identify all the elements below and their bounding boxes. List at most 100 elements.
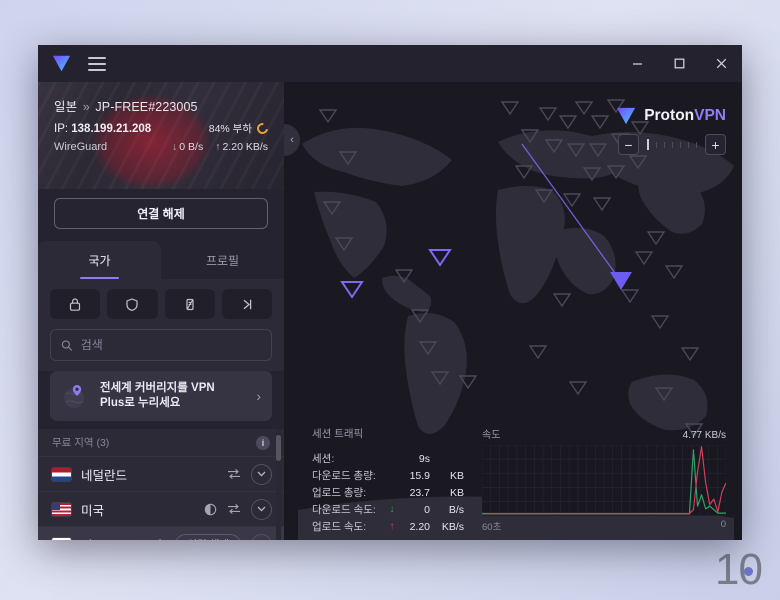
netshield-filter[interactable] xyxy=(107,289,158,319)
app-body: 일본 » JP-FREE#223005 IP: 138.199.21.208 8… xyxy=(38,82,742,540)
search-area xyxy=(38,327,284,371)
connection-banner: 일본 » JP-FREE#223005 IP: 138.199.21.208 8… xyxy=(38,82,284,189)
hamburger-menu-icon[interactable] xyxy=(88,56,106,71)
minimize-button[interactable] xyxy=(616,45,658,82)
tor-filter[interactable] xyxy=(221,289,272,319)
session-traffic-title: 세션 트래픽 xyxy=(312,428,364,440)
download-arrow-icon: ↓ xyxy=(389,504,395,515)
row-icons: 연결 해제 xyxy=(151,533,272,540)
zoom-tick[interactable] xyxy=(656,141,657,148)
close-button[interactable] xyxy=(700,45,742,82)
connection-country: 일본 xyxy=(54,100,78,114)
disconnect-button[interactable]: 연결 해제 xyxy=(54,198,268,229)
expand-chevron-icon[interactable] xyxy=(251,463,272,485)
flag-usa-icon xyxy=(52,502,71,516)
zoom-tick[interactable] xyxy=(672,141,673,148)
watermark-one: 1 xyxy=(715,545,740,594)
map-zoom-controls: − + xyxy=(618,134,726,155)
vpn-plus-promo-banner[interactable]: 전세계 커버리지를 VPN Plus로 누리세요 › xyxy=(50,371,272,422)
search-box[interactable] xyxy=(50,329,272,361)
zoom-in-button[interactable]: + xyxy=(705,134,726,155)
stat-label: 다운로드 총량: xyxy=(312,470,376,482)
row-icons xyxy=(227,463,272,485)
stat-label: 세션: xyxy=(312,453,335,465)
stat-unit: KB xyxy=(449,486,464,499)
stat-unit: KB/s xyxy=(441,520,464,533)
zoom-tick[interactable] xyxy=(688,141,689,148)
download-arrow-icon: ↓ xyxy=(172,141,178,153)
tab-countries[interactable]: 국가 xyxy=(38,241,161,279)
expand-chevron-icon[interactable] xyxy=(251,498,272,520)
stat-row-download-speed: 다운로드 속도: ↓ 0 B/s xyxy=(312,501,464,518)
section-label: 무료 지역 (3) xyxy=(52,437,110,450)
row-icons xyxy=(204,498,272,520)
speed-chart-plot xyxy=(481,444,727,516)
speed-chart-title: 속도 xyxy=(482,430,501,441)
world-map[interactable]: ‹ ProtonVPN − + 세션 트래픽 세션: 9s 다운로드 총량: 1… xyxy=(284,82,742,540)
country-list: 무료 지역 (3) i 네덜란드 미국 xyxy=(38,429,284,540)
speed-chart-axis: 60초 0 xyxy=(482,519,726,533)
server-load-text: 84% 부하 xyxy=(208,123,252,135)
promo-text: 전세계 커버리지를 VPN Plus로 누리세요 xyxy=(100,381,246,411)
stat-value: 0 xyxy=(424,503,430,516)
zoom-slider[interactable] xyxy=(643,139,701,150)
windows-watermark: 10 xyxy=(715,545,764,594)
sidebar-scrollbar-thumb[interactable] xyxy=(276,435,281,462)
stat-row-upload-volume: 업로드 총량: 23.7 KB xyxy=(312,484,464,501)
list-section-header: 무료 지역 (3) i xyxy=(38,429,284,458)
chevron-right-icon: › xyxy=(256,388,261,405)
p2p-filter[interactable] xyxy=(164,289,215,319)
stat-value: 2.20 xyxy=(409,520,430,533)
search-icon xyxy=(61,339,73,351)
row-disconnect-button[interactable]: 연결 해제 xyxy=(175,533,241,540)
smart-routing-icon[interactable] xyxy=(151,538,165,540)
session-traffic-panel: 세션 트래픽 세션: 9s 다운로드 총량: 15.9 KB 업로드 총량: 2… xyxy=(284,412,742,540)
promo-line-2: Plus로 누리세요 xyxy=(100,397,181,410)
connection-protocol: WireGuard xyxy=(54,141,108,153)
stat-unit: KB xyxy=(449,469,464,482)
zoom-tick-active[interactable] xyxy=(647,139,649,150)
connection-server: JP-FREE#223005 xyxy=(95,100,198,114)
maximize-button[interactable] xyxy=(658,45,700,82)
proton-brand-icon xyxy=(617,107,636,125)
info-icon[interactable]: i xyxy=(256,435,270,450)
list-item[interactable]: 네덜란드 xyxy=(38,457,284,493)
list-item[interactable]: 미국 xyxy=(38,492,284,528)
connection-server-title: 일본 » JP-FREE#223005 xyxy=(54,96,268,115)
brand-vpn: VPN xyxy=(694,107,726,124)
session-stats: 세션 트래픽 세션: 9s 다운로드 총량: 15.9 KB 업로드 총량: 2… xyxy=(312,426,464,533)
expand-chevron-icon[interactable] xyxy=(251,533,272,540)
tor-available-icon[interactable] xyxy=(204,503,217,516)
zoom-out-button[interactable]: − xyxy=(618,134,639,155)
stat-row-upload-speed: 업로드 속도: ↑ 2.20 KB/s xyxy=(312,518,464,535)
brand-name: ProtonVPN xyxy=(644,107,726,125)
x-axis-right-label: 0 xyxy=(720,518,726,530)
stat-label: 업로드 총량: xyxy=(312,487,367,499)
filter-bar xyxy=(38,279,284,327)
stat-value: 23.7 xyxy=(409,486,430,499)
brand-logo: ProtonVPN xyxy=(615,106,726,126)
zoom-tick[interactable] xyxy=(696,141,697,148)
sidebar: 일본 » JP-FREE#223005 IP: 138.199.21.208 8… xyxy=(38,82,284,540)
ip-value: 138.199.21.208 xyxy=(71,122,152,135)
smart-routing-icon[interactable] xyxy=(227,503,241,515)
ip-label: IP: xyxy=(54,122,69,135)
tab-profiles[interactable]: 프로필 xyxy=(161,241,284,279)
title-bar xyxy=(38,45,742,82)
sidebar-tabs: 국가 프로필 xyxy=(38,241,284,279)
country-name: 일본 xyxy=(81,535,141,540)
search-input[interactable] xyxy=(80,338,261,352)
flag-netherlands-icon xyxy=(52,467,71,481)
stat-value: 15.9 xyxy=(409,469,430,482)
zoom-tick[interactable] xyxy=(664,141,665,148)
connection-separator: » xyxy=(82,100,90,114)
proton-logo-icon xyxy=(52,55,71,72)
secure-core-filter[interactable] xyxy=(50,289,101,319)
promo-line-1: 전세계 커버리지를 VPN xyxy=(100,382,215,394)
watermark-zero: 0 xyxy=(739,548,764,592)
smart-routing-icon[interactable] xyxy=(227,468,241,480)
globe-pin-icon xyxy=(60,381,90,411)
download-speed-value: 0 B/s xyxy=(179,141,204,153)
list-item[interactable]: 일본 연결 해제 xyxy=(38,527,284,540)
zoom-tick[interactable] xyxy=(680,141,681,148)
